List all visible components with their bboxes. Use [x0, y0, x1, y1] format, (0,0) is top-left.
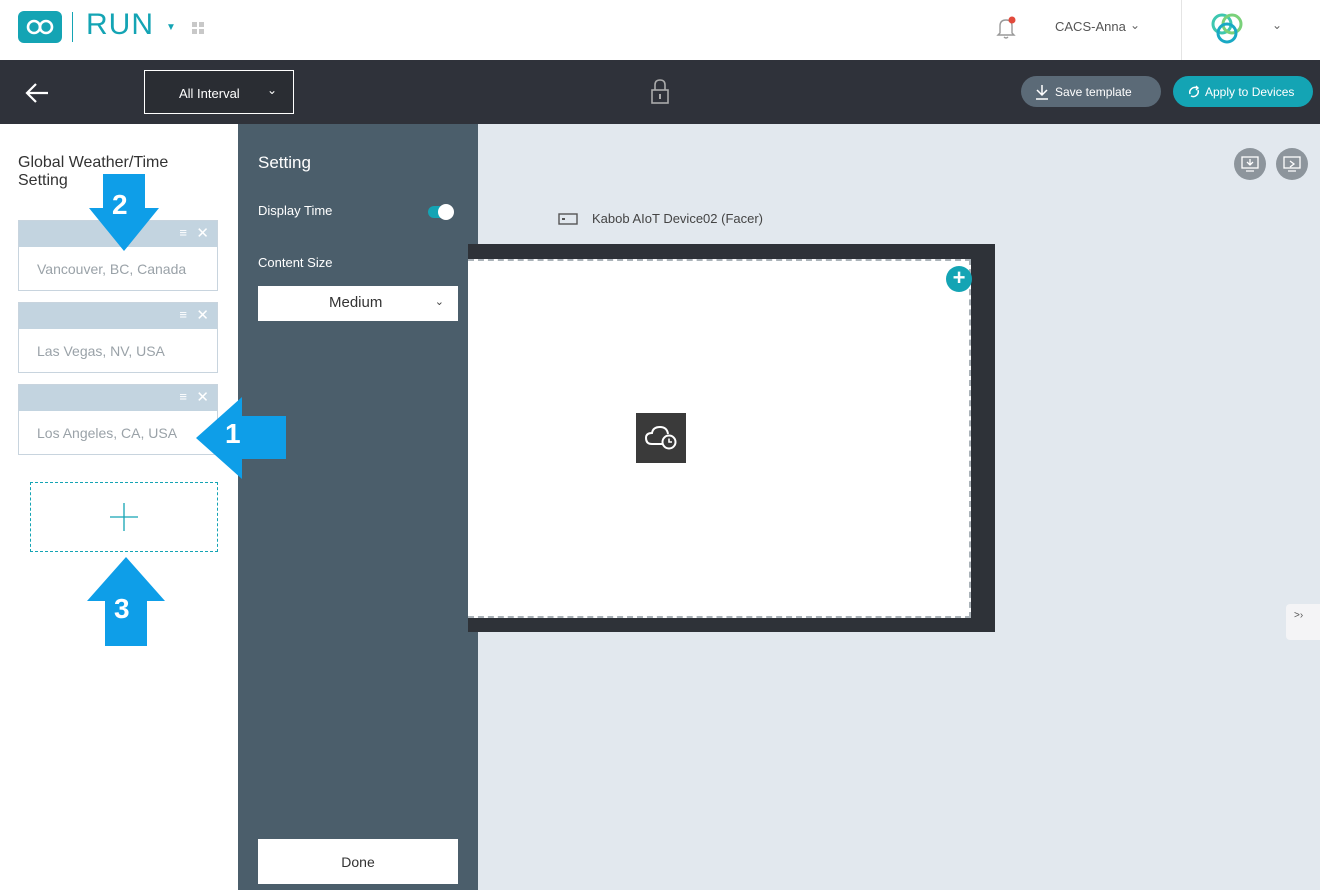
download-icon — [1036, 84, 1048, 100]
content-size-select[interactable]: Medium ⌄ — [258, 286, 458, 321]
content-size-value: Medium — [329, 294, 383, 311]
apps-grid-icon[interactable] — [192, 22, 204, 34]
device-screen-frame — [468, 244, 995, 632]
screen-download-icon[interactable] — [1234, 148, 1266, 180]
save-template-button[interactable]: Save template — [1021, 76, 1161, 107]
device-name: Kabob AIoT Device02 (Facer) — [592, 211, 764, 226]
screen-layout-area[interactable] — [468, 259, 971, 618]
setting-panel: Setting Display Time Content Size Medium… — [238, 124, 478, 890]
editor-canvas: Kabob AIoT Device02 (Facer) + >› — [468, 124, 1320, 890]
close-icon[interactable]: ✕ — [196, 224, 209, 242]
cloud-clock-icon — [644, 425, 677, 450]
side-panel-tab[interactable]: >› — [1286, 604, 1320, 640]
interval-label: All Interval — [179, 86, 240, 101]
interval-select[interactable]: All Interval ⌄ — [144, 70, 294, 114]
apply-to-devices-label: Apply to Devices — [1205, 84, 1295, 99]
location-card[interactable]: ≡ ✕ Las Vegas, NV, USA — [18, 302, 218, 373]
device-icon — [558, 212, 578, 225]
lock-icon[interactable] — [650, 78, 670, 106]
close-icon[interactable]: ✕ — [196, 306, 209, 324]
chevron-down-icon: ⌄ — [434, 296, 444, 308]
location-card-header: ≡ ✕ — [19, 385, 217, 411]
location-card-header: ≡ ✕ — [19, 303, 217, 329]
done-button[interactable]: Done — [258, 839, 458, 884]
header-divider — [1181, 0, 1182, 60]
setting-title: Setting — [258, 153, 311, 172]
location-card[interactable]: ≡ ✕ Los Angeles, CA, USA — [18, 384, 218, 455]
brand-menu-caret-icon[interactable]: ⌄ — [1272, 18, 1282, 32]
sync-icon — [1189, 85, 1199, 97]
bell-icon[interactable] — [996, 16, 1018, 40]
location-name[interactable]: Los Angeles, CA, USA — [37, 425, 177, 441]
location-name[interactable]: Las Vegas, NV, USA — [37, 343, 165, 359]
app-name[interactable]: RUN — [86, 8, 154, 42]
annotation-label-1: 1 — [225, 418, 241, 449]
brand-icon[interactable] — [1206, 10, 1250, 48]
display-time-toggle[interactable] — [428, 204, 454, 220]
user-menu-caret-icon[interactable]: ⌄ — [1130, 18, 1140, 32]
add-zone-icon[interactable]: + — [946, 266, 972, 292]
drag-handle-icon[interactable]: ≡ — [179, 307, 187, 322]
apply-to-devices-button[interactable]: Apply to Devices — [1173, 76, 1313, 107]
drag-handle-icon[interactable]: ≡ — [179, 225, 187, 240]
app-logo-icon[interactable] — [18, 11, 62, 43]
plus-icon — [110, 503, 138, 531]
toggle-knob — [438, 204, 454, 220]
location-name[interactable]: Vancouver, BC, Canada — [37, 261, 186, 277]
chevron-down-icon: ⌄ — [267, 83, 278, 97]
drag-handle-icon[interactable]: ≡ — [179, 389, 187, 404]
device-label: Kabob AIoT Device02 (Facer) — [558, 211, 763, 226]
display-time-label: Display Time — [258, 203, 333, 218]
annotation-label-3: 3 — [114, 593, 130, 624]
add-location-button[interactable] — [30, 482, 218, 552]
user-name[interactable]: CACS-Anna — [1055, 19, 1126, 34]
app-switch-caret-icon[interactable]: ▼ — [166, 22, 176, 33]
annotation-label-2: 2 — [112, 189, 128, 220]
logo-divider — [72, 12, 73, 42]
top-bar: RUN ▼ CACS-Anna ⌄ ⌄ — [0, 0, 1320, 60]
weather-time-widget[interactable] — [636, 413, 686, 463]
back-arrow-icon[interactable] — [24, 80, 52, 106]
monitor-icon[interactable] — [1276, 148, 1308, 180]
editor-toolbar: All Interval ⌄ Save template Apply to De… — [0, 60, 1320, 124]
annotation-arrow-1 — [196, 397, 288, 484]
content-size-label: Content Size — [258, 255, 333, 270]
save-template-label: Save template — [1055, 84, 1132, 99]
